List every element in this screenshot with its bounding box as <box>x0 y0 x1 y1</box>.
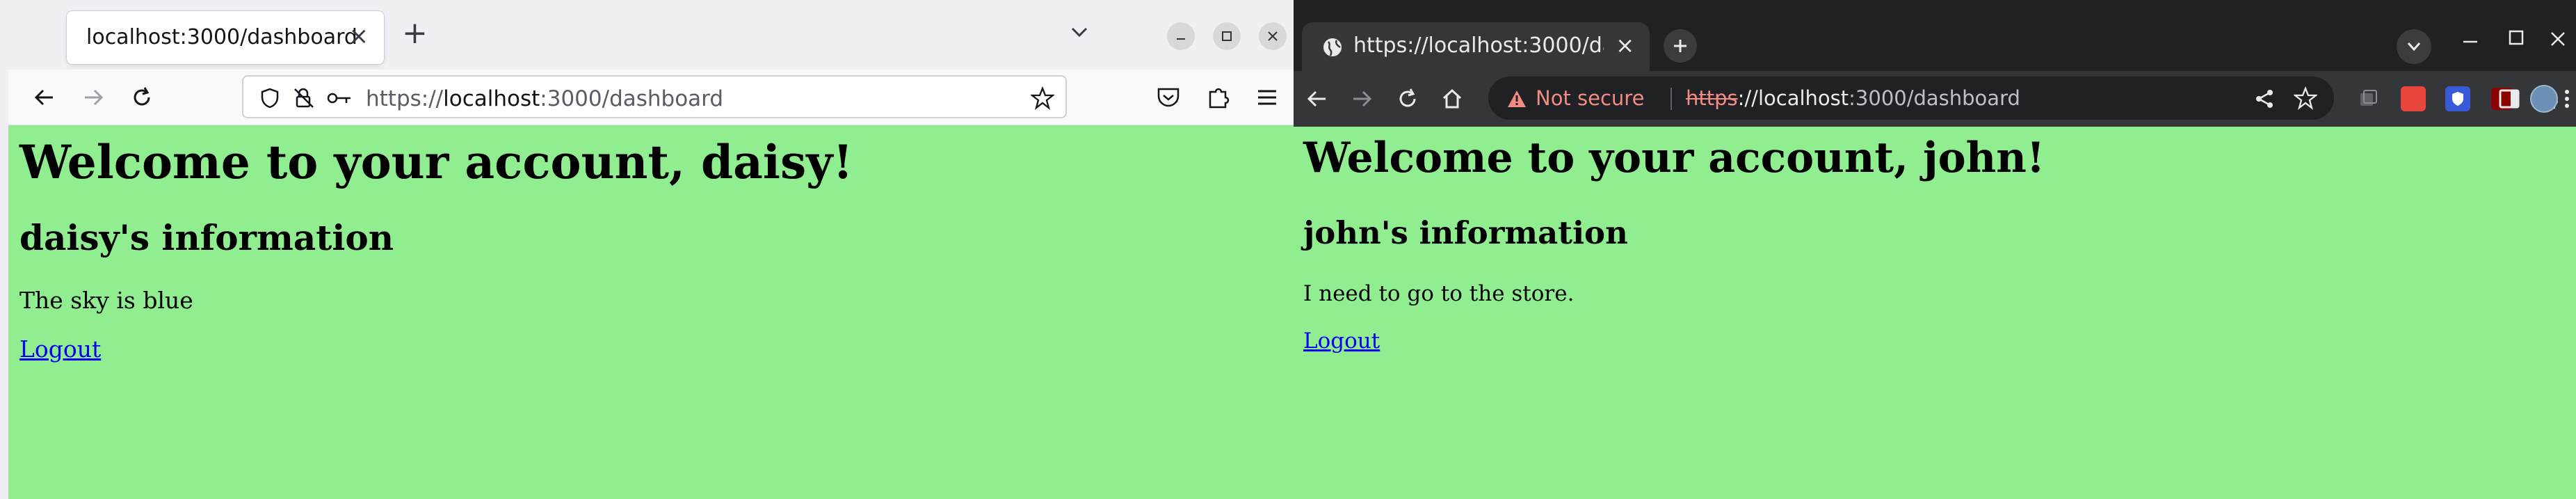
section-heading: john's information <box>1303 214 1628 251</box>
close-window-button[interactable] <box>1259 22 1287 50</box>
share-icon[interactable] <box>2253 88 2276 110</box>
url-host: ://localhost <box>1737 86 1849 110</box>
section-heading: daisy's information <box>19 217 394 258</box>
logout-link[interactable]: Logout <box>1303 328 1380 354</box>
page-title: Welcome to your account, daisy! <box>19 135 853 189</box>
firefox-tab-dashboard[interactable]: localhost:3000/dashboard × <box>67 11 384 64</box>
url-scheme: https <box>1686 86 1738 110</box>
firefox-page-content: Welcome to your account, daisy! daisy's … <box>8 125 1294 499</box>
tab-search-button[interactable] <box>2397 29 2431 64</box>
list-all-tabs-icon[interactable] <box>1068 21 1090 43</box>
extension-red-icon[interactable] <box>2401 86 2426 111</box>
page-title: Welcome to your account, john! <box>1303 134 2045 182</box>
plus-icon <box>1674 40 1687 52</box>
url-scheme: https:// <box>366 86 444 111</box>
extensions-puzzle-icon[interactable] <box>1206 85 1231 110</box>
tab-groups-icon[interactable] <box>2356 86 2381 111</box>
address-bar[interactable]: https://localhost:3000/dashboard <box>242 75 1067 118</box>
minimize-button[interactable] <box>1167 22 1195 50</box>
extension-shield-icon[interactable] <box>2445 86 2470 111</box>
back-arrow-icon[interactable] <box>1305 86 1330 111</box>
tab-title: https://localhost:3000/da <box>1353 33 1604 58</box>
maximize-icon[interactable] <box>2504 25 2529 50</box>
reload-icon[interactable] <box>1395 86 1420 111</box>
close-tab-icon[interactable]: × <box>349 22 369 50</box>
chrome-window: https://localhost:3000/da × Not secure h… <box>1294 0 2576 499</box>
chrome-navigation-toolbar: Not secure https://localhost:3000/dashbo… <box>1294 71 2576 127</box>
url-path: :3000/dashboard <box>540 86 724 111</box>
url-host: localhost <box>443 86 540 111</box>
firefox-tab-strip: localhost:3000/dashboard × + <box>8 0 1294 70</box>
forward-arrow-icon[interactable] <box>1349 86 1374 111</box>
user-info-text: I need to go to the store. <box>1303 281 1575 306</box>
close-icon[interactable] <box>2545 26 2570 52</box>
warning-icon[interactable] <box>1506 89 1527 109</box>
address-bar[interactable]: Not secure https://localhost:3000/dashbo… <box>1488 77 2334 120</box>
side-panel-icon[interactable] <box>2497 86 2522 111</box>
key-icon[interactable] <box>327 90 352 106</box>
more-options-icon[interactable] <box>2562 88 2572 110</box>
user-info-text: The sky is blue <box>19 287 193 314</box>
bookmark-star-icon[interactable] <box>1031 86 1054 110</box>
maximize-icon <box>1222 31 1232 41</box>
chevron-down-icon <box>2407 42 2421 52</box>
globe-icon <box>1323 38 1342 56</box>
shield-icon <box>2452 92 2463 106</box>
shield-icon[interactable] <box>260 88 280 109</box>
firefox-navigation-toolbar: https://localhost:3000/dashboard <box>8 70 1294 125</box>
logout-link[interactable]: Logout <box>19 335 101 363</box>
url-path: :3000/dashboard <box>1849 86 2020 110</box>
close-tab-icon[interactable]: × <box>1616 32 1634 58</box>
chrome-page-content: Welcome to your account, john! john's in… <box>1294 127 2576 499</box>
reload-icon[interactable] <box>129 85 154 110</box>
hamburger-menu-icon[interactable] <box>1255 85 1280 110</box>
not-secure-label[interactable]: Not secure <box>1536 86 1644 110</box>
minimize-icon[interactable] <box>2458 29 2483 54</box>
forward-arrow-icon[interactable] <box>81 85 106 110</box>
chrome-tab-dashboard[interactable]: https://localhost:3000/da × <box>1302 22 1650 71</box>
firefox-window: localhost:3000/dashboard × + https://loc… <box>0 0 1294 499</box>
avatar[interactable] <box>2530 85 2558 113</box>
separator <box>1671 88 1672 110</box>
url-text: https://localhost:3000/dashboard <box>366 86 723 111</box>
tab-title: localhost:3000/dashboard <box>86 25 357 49</box>
new-tab-button[interactable]: + <box>402 18 428 49</box>
pocket-icon[interactable] <box>1156 85 1181 110</box>
insecure-lock-icon[interactable] <box>292 86 316 110</box>
minimize-icon <box>1177 38 1185 40</box>
home-icon[interactable] <box>1440 86 1465 111</box>
maximize-button[interactable] <box>1213 22 1241 50</box>
back-arrow-icon[interactable] <box>32 85 57 110</box>
close-icon <box>1268 31 1278 41</box>
bookmark-star-icon[interactable] <box>2294 86 2317 110</box>
new-tab-button[interactable] <box>1664 29 1697 63</box>
url-text: https://localhost:3000/dashboard <box>1686 86 2020 110</box>
